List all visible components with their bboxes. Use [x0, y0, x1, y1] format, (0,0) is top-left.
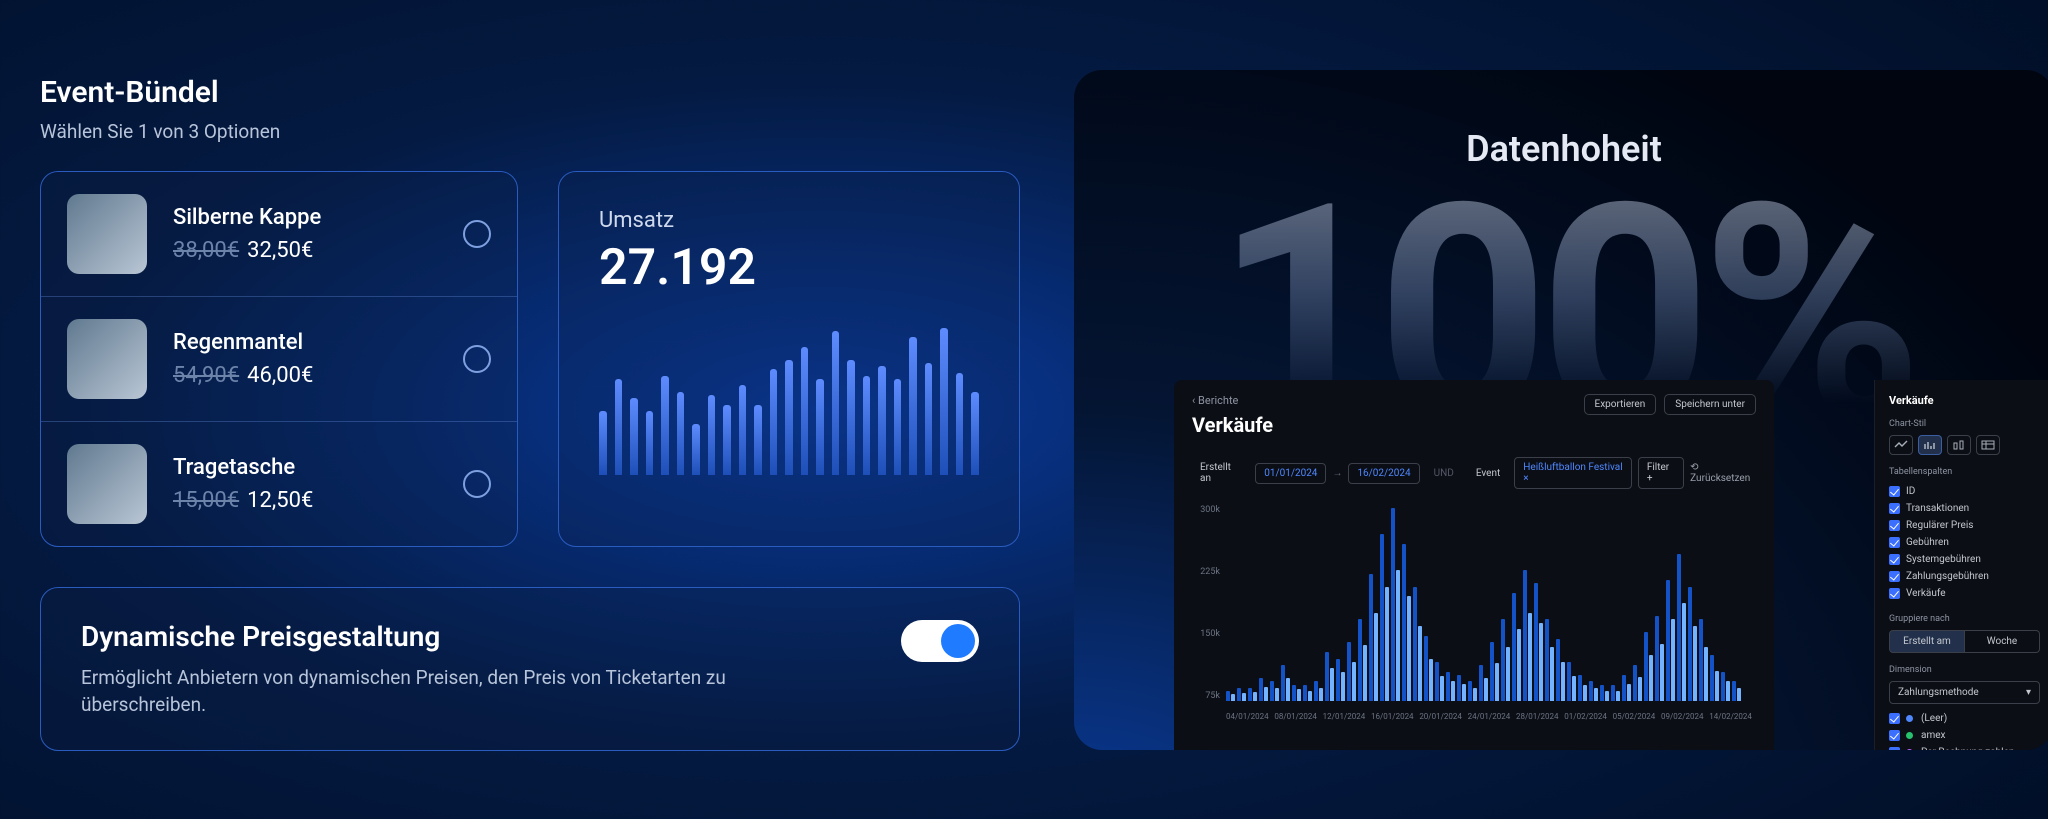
product-thumb	[67, 444, 147, 524]
dynamic-pricing-desc: Ermöglicht Anbietern von dynamischen Pre…	[81, 665, 781, 718]
datenhoheit-panel: Datenhoheit 100% ‹ Berichte Verkäufe Exp…	[1074, 70, 2048, 750]
product-title: Regenmantel	[173, 330, 437, 355]
chart-style-grouped-bar[interactable]	[1918, 435, 1942, 455]
plus-icon: +	[1647, 473, 1653, 484]
bundle-option[interactable]: Silberne Kappe 38,00€32,50€	[41, 172, 517, 297]
report-screenshot: ‹ Berichte Verkäufe Exportieren Speicher…	[1174, 380, 1774, 750]
chart-style-label: Chart-Stil	[1889, 419, 2040, 429]
chart-style-stacked-bar[interactable]	[1947, 435, 1971, 455]
group-by-created[interactable]: Erstellt am	[1889, 630, 1965, 653]
group-by-week[interactable]: Woche	[1965, 630, 2040, 653]
product-title: Tragetasche	[173, 455, 437, 480]
export-button[interactable]: Exportieren	[1584, 394, 1657, 415]
radio-icon[interactable]	[463, 470, 491, 498]
column-toggle[interactable]: Verkäufe	[1889, 585, 2040, 602]
bundle-option[interactable]: Tragetasche 15,00€12,50€	[41, 422, 517, 546]
chart-style-line[interactable]	[1889, 435, 1913, 455]
reset-filters[interactable]: ⟲ Zurücksetzen	[1690, 462, 1756, 484]
revenue-chart	[599, 315, 979, 475]
filter-event-chip[interactable]: Heißluftballon Festival ×	[1514, 457, 1632, 489]
bundle-heading: Event-Bündel	[40, 75, 1020, 110]
group-by-segmented[interactable]: Erstellt am Woche	[1889, 630, 2040, 653]
chart-style-table[interactable]	[1976, 435, 2000, 455]
column-toggle[interactable]: Zahlungsgebühren	[1889, 568, 2040, 585]
column-toggle[interactable]: Regulärer Preis	[1889, 517, 2040, 534]
column-toggle[interactable]: ID	[1889, 483, 2040, 500]
bundle-card: Silberne Kappe 38,00€32,50€ Regenmantel …	[40, 171, 518, 547]
chevron-down-icon: ▾	[2026, 687, 2031, 698]
save-as-button[interactable]: Speichern unter	[1664, 394, 1756, 415]
bundle-option[interactable]: Regenmantel 54,90€46,00€	[41, 297, 517, 422]
revenue-value: 27.192	[599, 239, 979, 297]
revenue-label: Umsatz	[599, 208, 979, 233]
column-toggle[interactable]: Gebühren	[1889, 534, 2040, 551]
report-chart: 300k225k150k75k 04/01/202408/01/202412/0…	[1192, 505, 1756, 725]
radio-icon[interactable]	[463, 345, 491, 373]
product-price: 54,90€46,00€	[173, 363, 437, 388]
dynamic-pricing-title: Dynamische Preisgestaltung	[81, 620, 781, 653]
dynamic-pricing-toggle[interactable]	[901, 620, 979, 662]
product-price: 15,00€12,50€	[173, 488, 437, 513]
column-toggle[interactable]: Systemgebühren	[1889, 551, 2040, 568]
radio-icon[interactable]	[463, 220, 491, 248]
group-by-label: Gruppiere nach	[1889, 614, 2040, 624]
dimension-toggle[interactable]: (Leer)	[1889, 710, 2040, 727]
filter-event-label: Event	[1468, 464, 1508, 483]
revenue-card: Umsatz 27.192	[558, 171, 1020, 547]
filter-created-label: Erstellt an	[1192, 458, 1249, 488]
add-filter-button[interactable]: Filter +	[1638, 457, 1684, 489]
dimension-select[interactable]: Zahlungsmethode ▾	[1889, 681, 2040, 704]
filter-date-from[interactable]: 01/01/2024	[1255, 463, 1326, 484]
bundle-subheading: Wählen Sie 1 von 3 Optionen	[40, 120, 1020, 143]
product-thumb	[67, 319, 147, 399]
report-breadcrumb[interactable]: Berichte	[1198, 394, 1238, 407]
report-config-sidebar: Verkäufe Chart-Stil Tabellenspalten IDTr…	[1874, 380, 2048, 750]
dimension-label: Dimension	[1889, 665, 2040, 675]
product-price: 38,00€32,50€	[173, 238, 437, 263]
sidebar-title: Verkäufe	[1889, 394, 2040, 407]
column-toggle[interactable]: Transaktionen	[1889, 500, 2040, 517]
dimension-toggle[interactable]: amex	[1889, 727, 2040, 744]
report-filter-bar: Erstellt an 01/01/2024 → 16/02/2024 UND …	[1192, 457, 1756, 489]
filter-date-to[interactable]: 16/02/2024	[1348, 463, 1419, 484]
dimension-toggle[interactable]: Per Rechnung zahlen	[1889, 744, 2040, 750]
dynamic-pricing-card: Dynamische Preisgestaltung Ermöglicht An…	[40, 587, 1020, 751]
columns-label: Tabellenspalten	[1889, 467, 2040, 477]
arrow-icon: →	[1332, 468, 1342, 479]
product-title: Silberne Kappe	[173, 205, 437, 230]
filter-and: UND	[1426, 464, 1462, 483]
close-icon[interactable]: ×	[1523, 473, 1528, 484]
report-title: Verkäufe	[1192, 413, 1756, 437]
product-thumb	[67, 194, 147, 274]
